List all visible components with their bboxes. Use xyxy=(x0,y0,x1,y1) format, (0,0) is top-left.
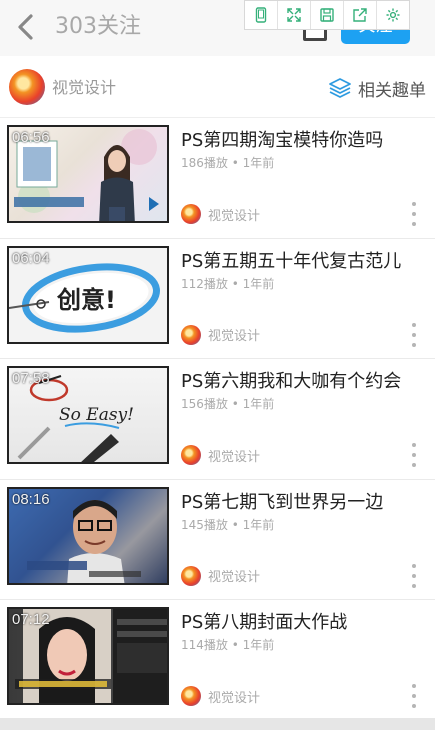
author-avatar xyxy=(181,445,201,466)
page-title: 303关注 xyxy=(55,14,141,39)
video-title[interactable]: PS第七期飞到世界另一边 xyxy=(181,491,383,515)
video-duration: 08:16 xyxy=(12,490,50,508)
video-duration: 07:12 xyxy=(12,611,50,629)
video-item[interactable]: 创意! 06:04 PS第五期五十年代复古范儿 112播放 • 1年前 视觉设计 xyxy=(0,239,435,360)
author-name: 视觉设计 xyxy=(208,449,261,465)
author-avatar xyxy=(181,565,201,586)
video-item[interactable]: 08:16 PS第七期飞到世界另一边 145播放 • 1年前 视觉设计 xyxy=(0,480,435,601)
author-name: 视觉设计 xyxy=(208,329,261,345)
video-thumbnail[interactable]: 创意! 06:04 xyxy=(7,245,169,344)
back-arrow-icon[interactable] xyxy=(14,12,38,42)
video-title[interactable]: PS第六期我和大咖有个约会 xyxy=(181,370,401,394)
video-title[interactable]: PS第四期淘宝模特你造吗 xyxy=(181,129,383,153)
phone-frame-icon[interactable] xyxy=(245,1,278,29)
share-icon[interactable] xyxy=(344,1,377,29)
app-header: 303关注 关注 xyxy=(0,0,435,56)
video-author[interactable]: 视觉设计 xyxy=(181,445,261,466)
video-item[interactable]: 06:56 PS第四期淘宝模特你造吗 186播放 • 1年前 视觉设计 xyxy=(0,118,435,239)
layers-icon xyxy=(329,78,351,98)
author-avatar xyxy=(181,686,201,707)
save-icon[interactable] xyxy=(311,1,344,29)
more-options-icon[interactable] xyxy=(410,322,418,347)
video-thumbnail[interactable]: 06:56 xyxy=(7,125,169,223)
more-options-icon[interactable] xyxy=(410,443,418,468)
video-item[interactable]: 07:12 PS第八期封面大作战 114播放 • 1年前 视觉设计 xyxy=(0,600,435,721)
thumbnail-caption: So Easy! xyxy=(59,405,134,425)
bottom-bar xyxy=(0,718,435,730)
author-name: 视觉设计 xyxy=(208,208,261,224)
video-item[interactable]: So Easy! 07:58 PS第六期我和大咖有个约会 156播放 • 1年前… xyxy=(0,359,435,480)
video-meta: 186播放 • 1年前 xyxy=(181,156,275,170)
video-meta: 112播放 • 1年前 xyxy=(181,276,275,291)
video-duration: 07:58 xyxy=(12,370,50,388)
author-avatar xyxy=(181,204,201,224)
video-thumbnail[interactable]: 08:16 xyxy=(7,486,169,585)
author-avatar xyxy=(181,324,201,345)
more-options-icon[interactable] xyxy=(410,684,418,709)
video-title[interactable]: PS第八期封面大作战 xyxy=(181,611,347,635)
channel-name[interactable]: 视觉设计 xyxy=(52,77,116,99)
video-meta: 156播放 • 1年前 xyxy=(181,397,275,412)
channel-avatar[interactable] xyxy=(9,69,45,105)
author-name: 视觉设计 xyxy=(208,690,261,706)
video-author[interactable]: 视觉设计 xyxy=(181,204,260,224)
related-lists-label: 相关趣单 xyxy=(358,80,426,101)
author-name: 视觉设计 xyxy=(208,570,261,586)
video-meta: 145播放 • 1年前 xyxy=(181,517,275,532)
channel-row: 视觉设计 相关趣单 xyxy=(0,58,435,118)
video-list: 06:56 PS第四期淘宝模特你造吗 186播放 • 1年前 视觉设计 创意! … xyxy=(0,118,435,721)
gear-icon[interactable] xyxy=(377,1,409,29)
video-author[interactable]: 视觉设计 xyxy=(181,686,261,707)
video-title[interactable]: PS第五期五十年代复古范儿 xyxy=(181,250,401,274)
video-thumbnail[interactable]: 07:12 xyxy=(7,607,169,706)
more-options-icon[interactable] xyxy=(410,202,418,226)
video-meta: 114播放 • 1年前 xyxy=(181,638,275,653)
thumbnail-caption: 创意! xyxy=(56,286,116,314)
video-author[interactable]: 视觉设计 xyxy=(181,324,261,345)
more-options-icon[interactable] xyxy=(410,563,418,588)
video-author[interactable]: 视觉设计 xyxy=(181,565,261,586)
video-duration: 06:04 xyxy=(12,249,50,267)
video-duration: 06:56 xyxy=(12,129,50,146)
video-thumbnail[interactable]: So Easy! 07:58 xyxy=(7,366,169,465)
floating-toolbar xyxy=(244,0,410,30)
expand-icon[interactable] xyxy=(278,1,311,29)
related-lists-button[interactable]: 相关趣单 xyxy=(328,75,426,101)
